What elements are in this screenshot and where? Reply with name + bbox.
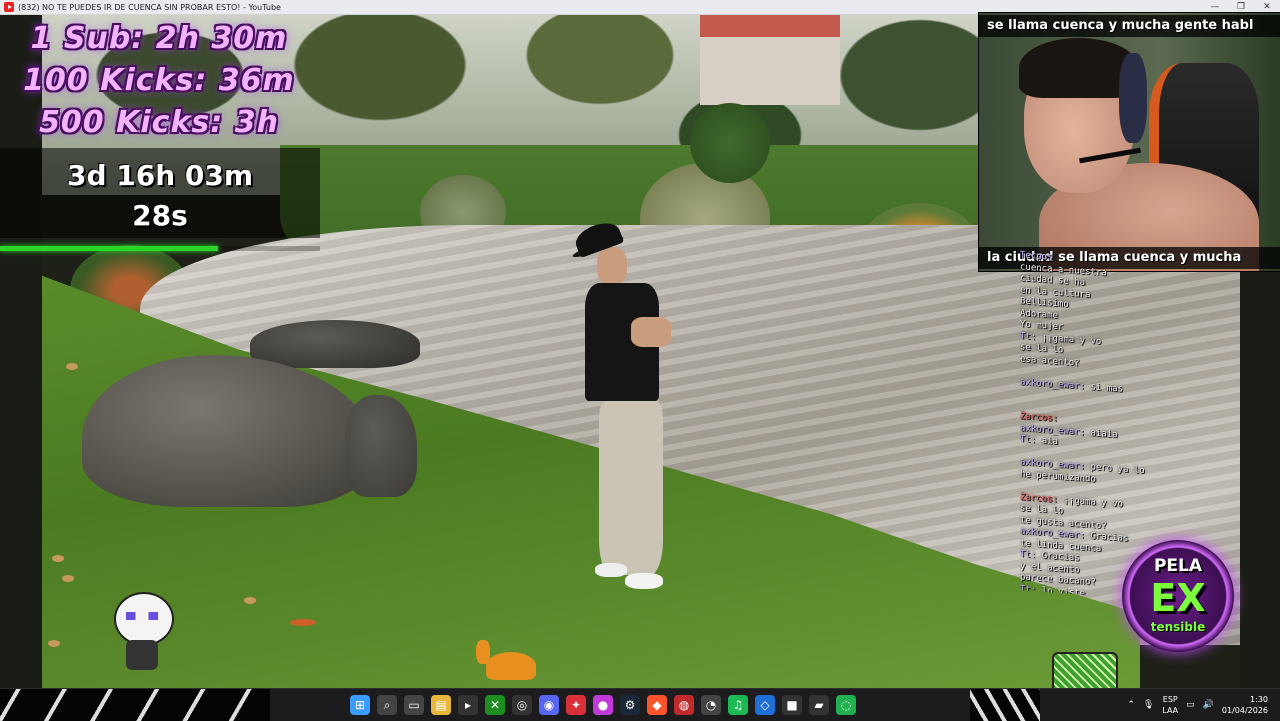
chat-text: aiaia	[1090, 427, 1118, 440]
window-title: (832) NO TE PUEDES IR DE CUENCA SIN PROB…	[18, 2, 281, 12]
discord-icon[interactable]: ◉	[539, 695, 559, 715]
obs-icon[interactable]: ◍	[674, 695, 694, 715]
leaf-decoration	[66, 363, 78, 370]
close-button[interactable]: ✕	[1254, 2, 1280, 12]
clock[interactable]: 1:30 01/04/2026	[1222, 694, 1268, 716]
chat-username: Tt:	[1020, 549, 1037, 561]
video-rock	[345, 395, 417, 497]
subathon-goals: 1 Sub: 2h 30m 100 Kicks: 36m 500 Kicks: …	[14, 18, 304, 144]
goal-line: 100 Kicks: 36m	[23, 63, 295, 98]
nvidia-icon[interactable]: ▰	[809, 695, 829, 715]
window-controls: — ❐ ✕	[1202, 2, 1280, 12]
chevron-up-icon[interactable]: ⌃	[1127, 700, 1135, 710]
chat-username: Tt:	[1020, 330, 1037, 342]
app-blue-icon[interactable]: ◇	[755, 695, 775, 715]
app-square-icon[interactable]: ■	[782, 695, 802, 715]
channel-logo: PELA EX tensible	[1122, 540, 1234, 652]
chat-username: Tt:	[1020, 434, 1037, 446]
timer-progress-fill	[0, 246, 218, 251]
headset-icon	[1119, 53, 1147, 143]
clock-time: 1:30	[1250, 695, 1268, 704]
volume-icon[interactable]: 🔊	[1203, 700, 1214, 710]
language-indicator[interactable]: ESP LAA	[1162, 694, 1178, 716]
terminal-icon[interactable]: ▸	[458, 695, 478, 715]
timer-line-2: 28s	[132, 199, 188, 232]
goal-line: 1 Sub: 2h 30m	[30, 21, 288, 56]
app-pink-icon[interactable]: ●	[593, 695, 613, 715]
maximize-button[interactable]: ❐	[1228, 2, 1254, 12]
taskbar-wallpaper-art	[970, 689, 1040, 721]
app-red-icon[interactable]: ✦	[566, 695, 586, 715]
subathon-timer: 3d 16h 03m 28s	[0, 156, 320, 236]
file-explorer-icon[interactable]: ▤	[431, 695, 451, 715]
language-bottom: LAA	[1162, 706, 1179, 715]
minimize-button[interactable]: —	[1202, 2, 1228, 12]
youtube-icon	[4, 2, 14, 12]
logo-text-top: PELA	[1153, 556, 1203, 576]
spotify-icon[interactable]: ♫	[728, 695, 748, 715]
app-green-icon[interactable]: ◌	[836, 695, 856, 715]
leaf-decoration	[244, 597, 256, 604]
windows-taskbar: ⊞ ⌕ ▭ ▤ ▸ ✕ ◎ ◉ ✦ ● ⚙ ◆ ◍ ◔ ♫ ◇ ■ ▰ ◌ ⌃ 🎙 ESP LAA ▭ 🔊 1:30…	[0, 688, 1280, 721]
chat-text: Gracias	[1090, 531, 1129, 544]
leaf-decoration	[290, 619, 316, 626]
timer-line-1: 3d 16h 03m	[66, 159, 254, 192]
camel-sticker-image	[476, 640, 546, 688]
search-icon[interactable]: ⌕	[377, 695, 397, 715]
microphone-tray-icon[interactable]: 🎙	[1143, 700, 1154, 710]
goal-line: 500 Kicks: 3h	[39, 105, 279, 140]
clock-app-icon[interactable]: ◔	[701, 695, 721, 715]
leaf-decoration	[48, 640, 60, 647]
video-background-building	[700, 15, 840, 105]
chat-text: Gracias	[1041, 550, 1080, 564]
chat-username: Zarcos:	[1020, 411, 1058, 424]
leaf-decoration	[52, 555, 64, 562]
windows-start-icon[interactable]: ⊞	[350, 695, 370, 715]
leaf-decoration	[62, 575, 74, 582]
video-rock	[250, 320, 420, 368]
chat-username: Zarcos:	[1020, 491, 1058, 505]
chat-username: Tecpos	[1020, 250, 1053, 263]
chrome-icon[interactable]: ◎	[512, 695, 532, 715]
system-tray: ⌃ 🎙 ESP LAA ▭ 🔊 1:30 01/04/2026	[1127, 689, 1280, 721]
logo-text-bottom: tensible	[1150, 620, 1206, 634]
brave-icon[interactable]: ◆	[647, 695, 667, 715]
network-icon[interactable]: ▭	[1186, 700, 1195, 710]
task-view-icon[interactable]: ▭	[404, 695, 424, 715]
video-person	[571, 217, 675, 595]
video-bush	[690, 103, 770, 183]
steam-icon[interactable]: ⚙	[620, 695, 640, 715]
chibi-mascot-image	[104, 582, 180, 674]
clock-date: 01/04/2026	[1221, 706, 1268, 715]
taskbar-pinned-apps: ⊞ ⌕ ▭ ▤ ▸ ✕ ◎ ◉ ✦ ● ⚙ ◆ ◍ ◔ ♫ ◇ ■ ▰ ◌	[350, 689, 856, 721]
chat-text: si mas	[1090, 381, 1123, 395]
language-top: ESP	[1162, 695, 1178, 704]
xbox-icon[interactable]: ✕	[485, 695, 505, 715]
timer-progress-bar	[0, 246, 320, 251]
chat-text: aia	[1041, 435, 1058, 447]
logo-text-mid: EX	[1150, 576, 1206, 620]
taskbar-wallpaper-art	[0, 689, 270, 721]
chat-text: Adorame	[1020, 307, 1058, 321]
webcam-overlay: se llama cuenca y mucha gente habl la ci…	[978, 12, 1280, 272]
caption-top: se llama cuenca y mucha gente habl	[979, 15, 1280, 37]
